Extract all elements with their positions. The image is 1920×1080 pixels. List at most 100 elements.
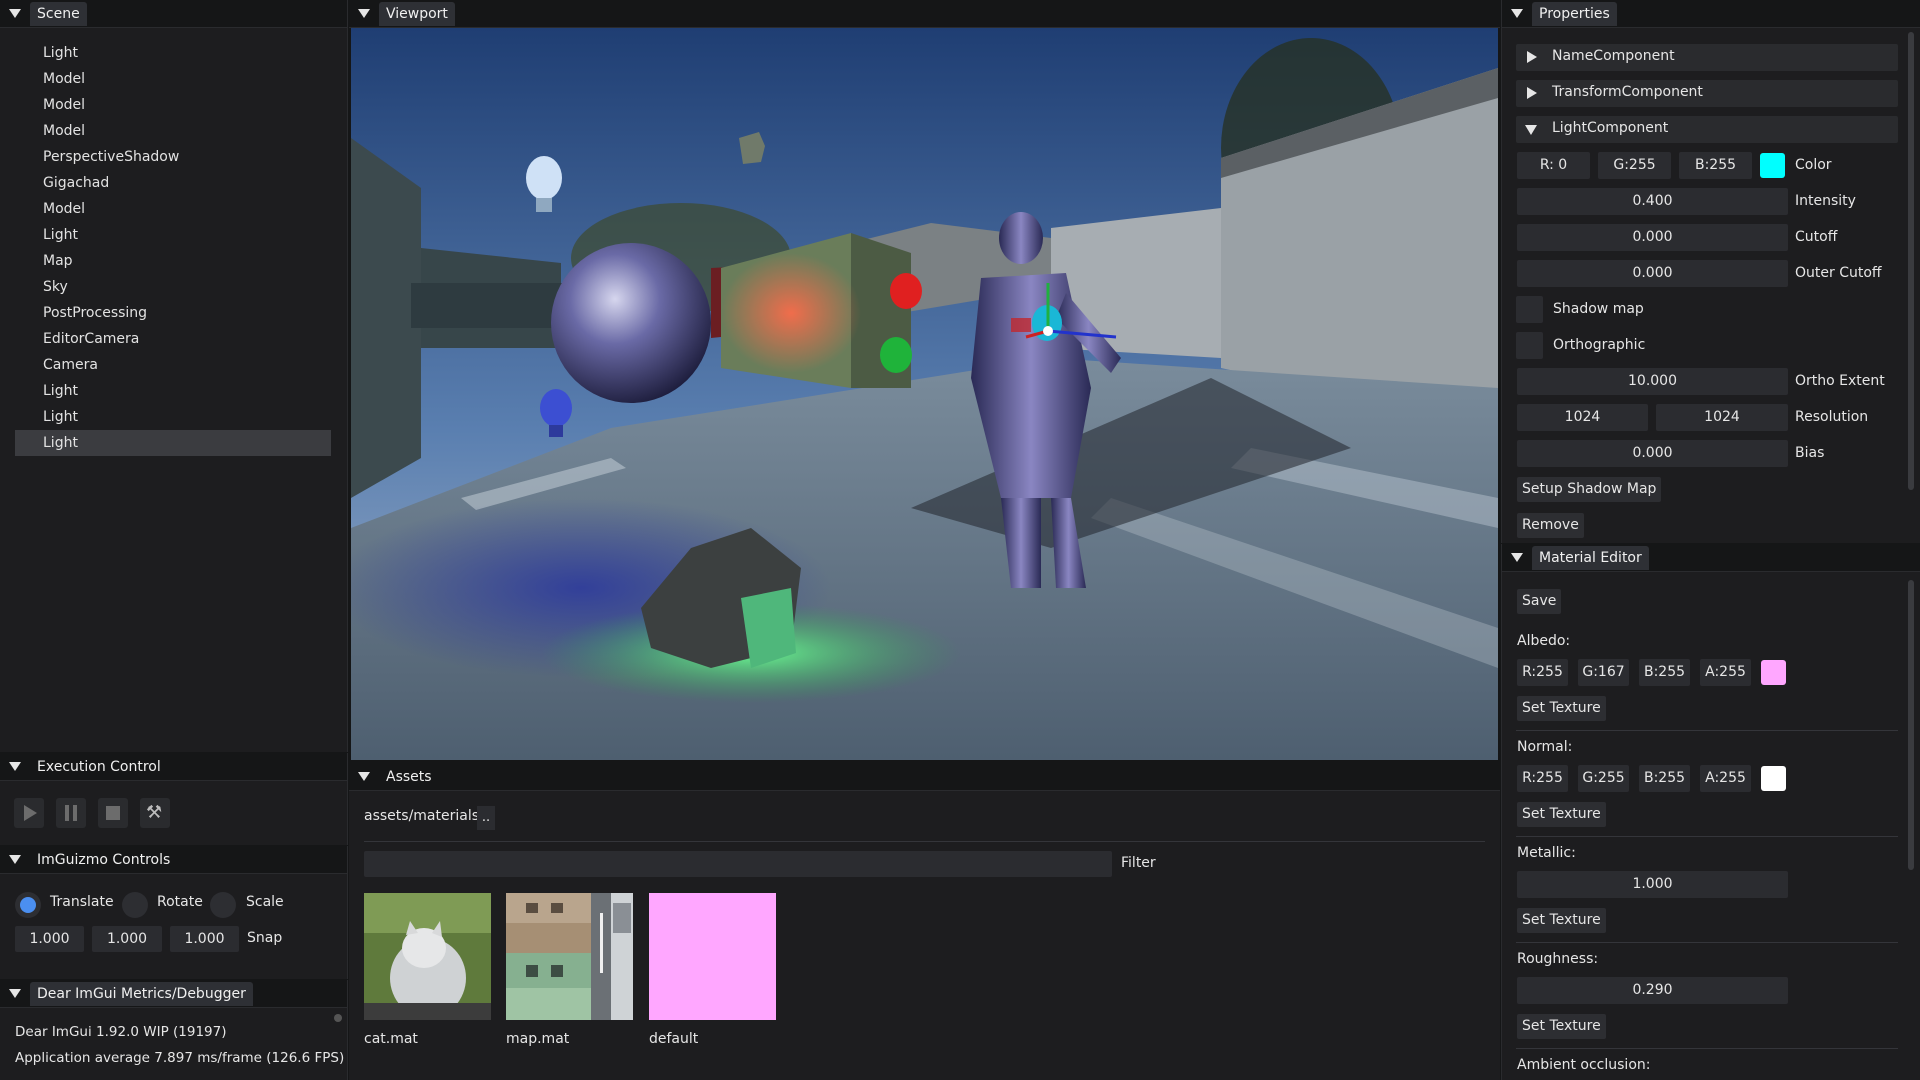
asset-thumbnail-cat[interactable]	[364, 893, 491, 1020]
pause-icon	[65, 805, 77, 821]
scene-item-model-1[interactable]: Model	[15, 66, 331, 92]
scene-item-light-2[interactable]: Light	[15, 222, 331, 248]
rotate-radio[interactable]	[122, 892, 148, 918]
resolution-height-field[interactable]: 1024	[1656, 404, 1788, 431]
roughness-field[interactable]: 0.290	[1517, 977, 1788, 1004]
build-button[interactable]: ⚒	[140, 798, 170, 828]
remove-button[interactable]: Remove	[1517, 513, 1584, 538]
collapse-arrow-icon[interactable]	[1511, 553, 1523, 562]
scrollbar-grab[interactable]	[334, 1014, 342, 1022]
properties-scrollbar[interactable]	[1908, 32, 1914, 490]
albedo-a-field[interactable]: A:255	[1700, 659, 1751, 686]
component-label: LightComponent	[1552, 120, 1669, 136]
shadow-map-checkbox[interactable]	[1516, 296, 1543, 323]
collapse-arrow-icon[interactable]	[9, 9, 21, 18]
save-button[interactable]: Save	[1517, 589, 1562, 614]
metallic-field[interactable]: 1.000	[1517, 871, 1788, 898]
parent-folder-button[interactable]: ..	[477, 806, 495, 830]
scene-item-gigachad[interactable]: Gigachad	[15, 170, 331, 196]
normal-r-field[interactable]: R:255	[1517, 765, 1568, 792]
color-swatch[interactable]	[1760, 153, 1785, 178]
intensity-field[interactable]: 0.400	[1517, 188, 1788, 215]
divider	[1516, 836, 1898, 837]
scene-item-light-1[interactable]: Light	[15, 40, 331, 66]
color-b-field[interactable]: B:255	[1679, 152, 1752, 179]
assets-titlebar[interactable]: Assets	[349, 763, 1500, 791]
scene-item-light-selected[interactable]: Light	[15, 430, 331, 456]
cutoff-field[interactable]: 0.000	[1517, 224, 1788, 251]
collapse-arrow-icon[interactable]	[358, 9, 370, 18]
metrics-tab[interactable]: Dear ImGui Metrics/Debugger	[30, 982, 253, 1006]
asset-filter-input[interactable]	[364, 851, 1112, 877]
metrics-titlebar[interactable]: Dear ImGui Metrics/Debugger	[0, 980, 347, 1008]
scene-item-model-3[interactable]: Model	[15, 118, 331, 144]
stop-button[interactable]	[98, 798, 128, 828]
roughness-set-texture-button[interactable]: Set Texture	[1517, 1014, 1606, 1039]
orthographic-checkbox[interactable]	[1516, 332, 1543, 359]
transform-component-header[interactable]: TransformComponent	[1516, 80, 1898, 107]
scene-item-editor-camera[interactable]: EditorCamera	[15, 326, 331, 352]
scene-item-model-2[interactable]: Model	[15, 92, 331, 118]
collapse-arrow-icon[interactable]	[9, 989, 21, 998]
normal-swatch[interactable]	[1761, 766, 1786, 791]
setup-shadow-map-button[interactable]: Setup Shadow Map	[1517, 477, 1662, 502]
viewport-render[interactable]	[351, 28, 1498, 760]
resolution-width-field[interactable]: 1024	[1517, 404, 1648, 431]
collapse-arrow-icon[interactable]	[1511, 9, 1523, 18]
gizmo-titlebar[interactable]: ImGuizmo Controls	[0, 846, 347, 874]
color-g-field[interactable]: G:255	[1598, 152, 1671, 179]
name-component-header[interactable]: NameComponent	[1516, 44, 1898, 71]
collapse-arrow-icon[interactable]	[9, 762, 21, 771]
scene-item-light-4[interactable]: Light	[15, 404, 331, 430]
normal-a-field[interactable]: A:255	[1700, 765, 1751, 792]
scene-item-model-4[interactable]: Model	[15, 196, 331, 222]
asset-name-default: default	[649, 1031, 699, 1047]
normal-b-field[interactable]: B:255	[1639, 765, 1690, 792]
outer-cutoff-field[interactable]: 0.000	[1517, 260, 1788, 287]
ortho-extent-label: Ortho Extent	[1795, 373, 1885, 389]
snap-x-field[interactable]: 1.000	[15, 926, 84, 952]
albedo-set-texture-button[interactable]: Set Texture	[1517, 696, 1606, 721]
scale-radio[interactable]	[210, 892, 236, 918]
albedo-r-field[interactable]: R:255	[1517, 659, 1568, 686]
normal-set-texture-button[interactable]: Set Texture	[1517, 802, 1606, 827]
albedo-swatch[interactable]	[1761, 660, 1786, 685]
viewport-titlebar[interactable]: Viewport	[349, 0, 1500, 28]
material-titlebar[interactable]: Material Editor	[1502, 544, 1920, 572]
pause-button[interactable]	[56, 798, 86, 828]
scene-titlebar[interactable]: Scene	[0, 0, 347, 28]
ortho-extent-field[interactable]: 10.000	[1517, 368, 1788, 395]
collapse-arrow-icon[interactable]	[9, 855, 21, 864]
properties-titlebar[interactable]: Properties	[1502, 0, 1920, 28]
play-button[interactable]	[14, 798, 44, 828]
scene-item-perspective-shadow[interactable]: PerspectiveShadow	[15, 144, 331, 170]
scene-item-sky[interactable]: Sky	[15, 274, 331, 300]
bias-field[interactable]: 0.000	[1517, 440, 1788, 467]
light-component-header[interactable]: LightComponent	[1516, 116, 1898, 143]
albedo-b-field[interactable]: B:255	[1639, 659, 1690, 686]
collapse-arrow-icon[interactable]	[358, 772, 370, 781]
viewport-tab[interactable]: Viewport	[379, 2, 455, 26]
scene-item-post-processing[interactable]: PostProcessing	[15, 300, 331, 326]
normal-g-field[interactable]: G:255	[1578, 765, 1629, 792]
exec-titlebar[interactable]: Execution Control	[0, 753, 347, 781]
color-r-field[interactable]: R: 0	[1517, 152, 1590, 179]
play-icon	[24, 805, 37, 821]
snap-z-field[interactable]: 1.000	[170, 926, 239, 952]
scene-item-camera[interactable]: Camera	[15, 352, 331, 378]
asset-thumbnail-default[interactable]	[649, 893, 776, 1020]
ambient-occlusion-label: Ambient occlusion:	[1517, 1057, 1651, 1073]
scene-item-map[interactable]: Map	[15, 248, 331, 274]
asset-thumbnail-map[interactable]	[506, 893, 633, 1020]
metallic-set-texture-button[interactable]: Set Texture	[1517, 908, 1606, 933]
albedo-g-field[interactable]: G:167	[1578, 659, 1629, 686]
scene-tab[interactable]: Scene	[30, 2, 87, 26]
assets-panel: Assets assets/materials .. Filter cat.ma…	[349, 763, 1500, 1080]
translate-radio[interactable]	[15, 892, 41, 918]
material-scrollbar[interactable]	[1908, 580, 1914, 870]
hammer-icon: ⚒	[146, 802, 163, 823]
properties-tab[interactable]: Properties	[1532, 2, 1617, 26]
snap-y-field[interactable]: 1.000	[92, 926, 162, 952]
material-tab[interactable]: Material Editor	[1532, 546, 1649, 570]
scene-item-light-3[interactable]: Light	[15, 378, 331, 404]
